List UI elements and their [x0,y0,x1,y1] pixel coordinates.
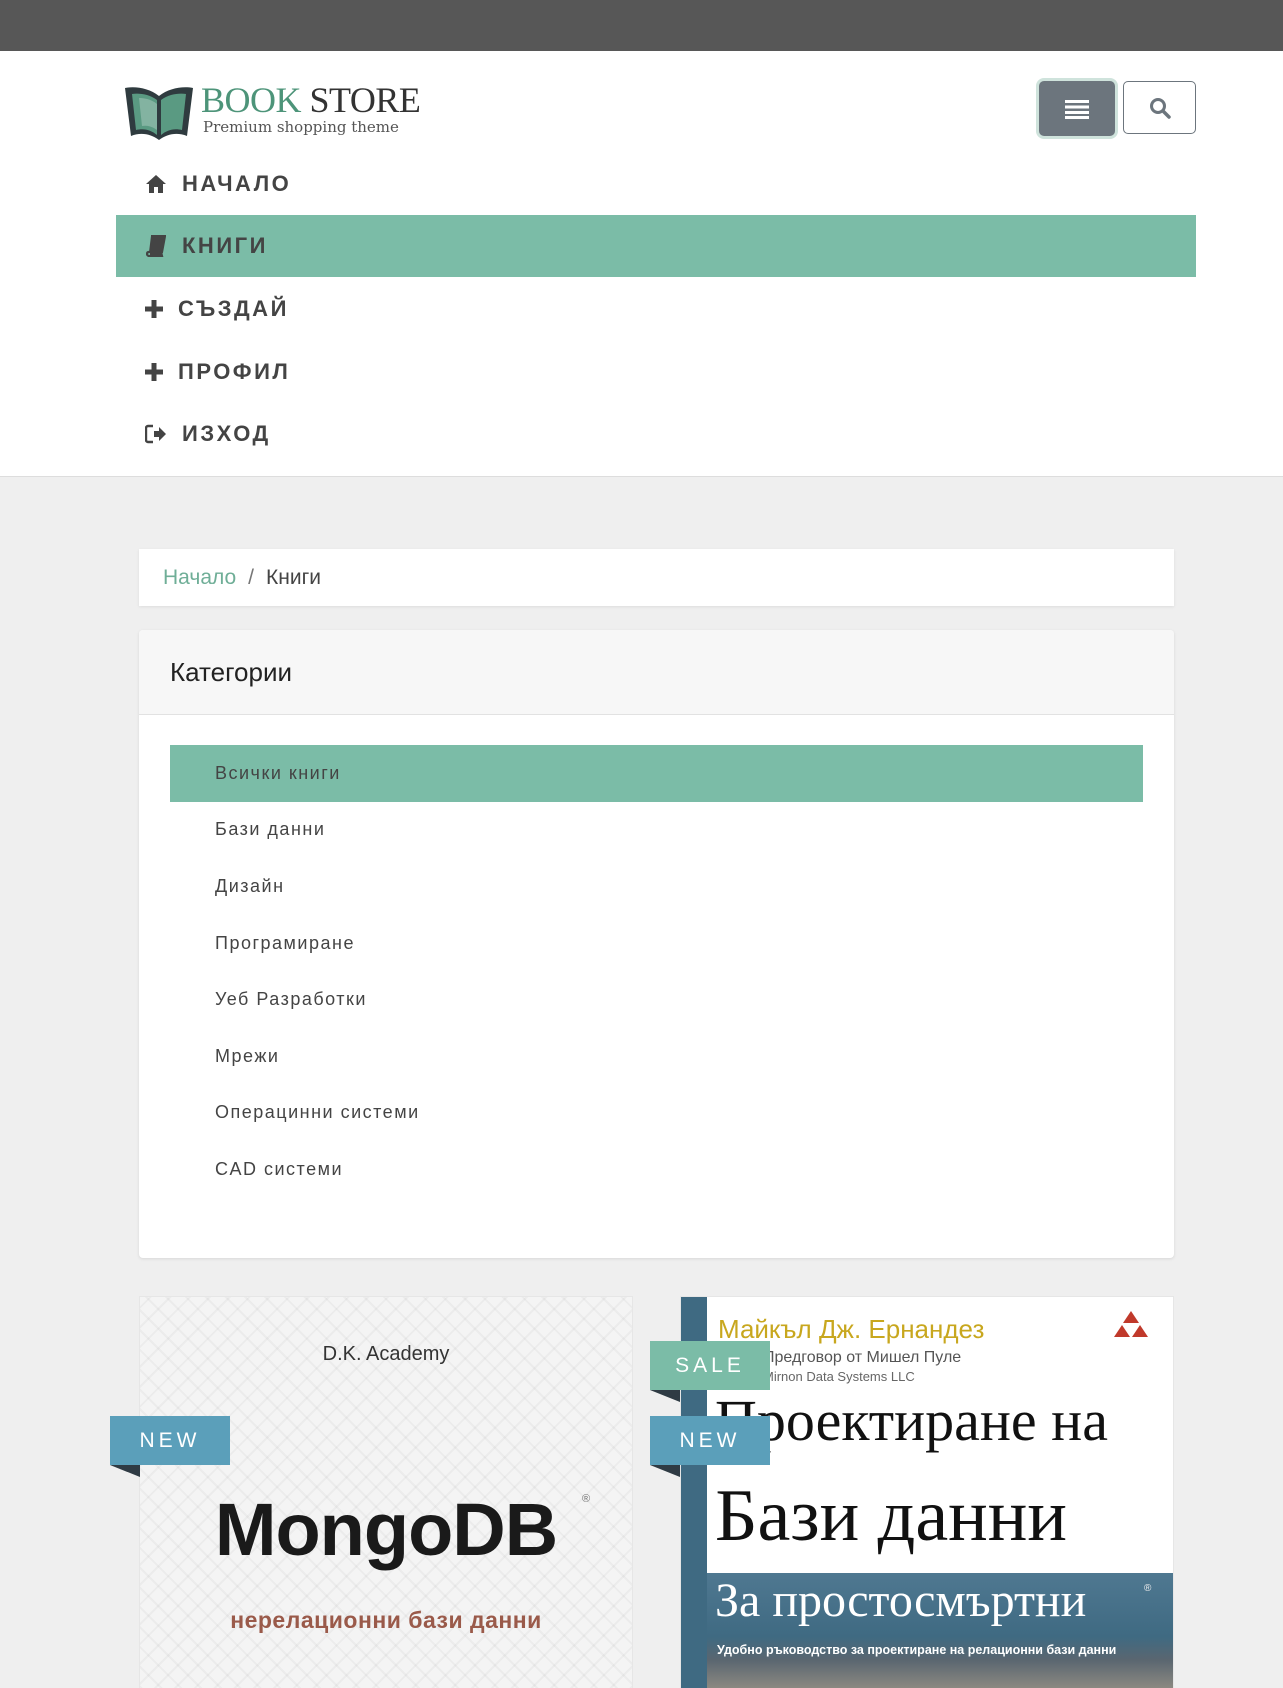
new-badge: NEW [650,1416,770,1477]
plus-icon [142,360,166,384]
book-cover-author: D.K. Academy [322,1343,450,1365]
brand-name-part1: BOOK [201,80,302,120]
breadcrumb-separator: / [248,565,255,589]
nav-label-create: СЪЗДАЙ [178,296,289,321]
book-card-mongodb[interactable]: D.K. Academy MongoDB ® нерелационни бази… [139,1296,633,1688]
sign-out-icon [144,422,168,446]
categories-title: Категории [139,630,1174,715]
nav-label-profile: ПРОФИЛ [178,359,291,384]
nav-label-logout: ИЗХОД [182,421,271,446]
book-cover-title: MongoDB [214,1488,558,1571]
breadcrumb-current: Книги [266,565,321,589]
book-cover-title-line2: Бази данни [715,1475,1067,1557]
category-item-cad-systems[interactable]: CAD системи [170,1141,1143,1198]
nav-label-books: КНИГИ [182,233,268,258]
search-icon [1149,97,1171,119]
nav-item-profile[interactable]: ПРОФИЛ [116,341,1196,403]
category-item-operating-systems[interactable]: Операцинни системи [170,1085,1143,1142]
category-item-programming[interactable]: Програмиране [170,915,1143,972]
top-bar [0,0,1283,51]
nav-item-create[interactable]: СЪЗДАЙ [116,278,1196,340]
categories-list: Всички книги Бази данни Дизайн Програмир… [170,745,1143,1198]
breadcrumb: Начало / Книги [139,549,1174,606]
new-badge: NEW [110,1416,230,1477]
registered-mark: ® [1144,1583,1152,1594]
home-icon [144,172,168,196]
brand-tagline: Premium shopping theme [203,118,399,136]
book-cover-subtitle: нерелационни бази данни [230,1607,542,1633]
book-logo-icon [125,87,193,140]
publisher-logo-icon [1114,1311,1148,1337]
book-cover-description: Удобно ръководство за проектиране на рел… [717,1643,1117,1657]
category-item-design[interactable]: Дизайн [170,858,1143,915]
book-cover-foreword: Предговор от Мишел Пуле [763,1349,962,1366]
brand-name-part2: STORE [309,80,421,120]
sale-badge: SALE [650,1341,770,1402]
nav-label-home: НАЧАЛО [182,171,292,196]
site-header: BOOK STORE Premium shopping theme НАЧАЛО… [0,51,1283,477]
categories-panel: Категории Всички книги Бази данни Дизайн… [139,630,1174,1258]
book-cover-title-line1: Проектиране на [715,1388,1108,1453]
book-cover-company: Mirnon Data Systems LLC [763,1369,915,1384]
nav-item-logout[interactable]: ИЗХОД [116,403,1196,465]
breadcrumb-home-link[interactable]: Начало [163,566,236,590]
category-item-networks[interactable]: Мрежи [170,1028,1143,1085]
logo[interactable]: BOOK STORE Premium shopping theme [123,80,423,140]
search-button[interactable] [1123,81,1196,134]
book-icon [144,234,168,258]
nav-item-home[interactable]: НАЧАЛО [116,153,1196,215]
category-item-all[interactable]: Всички книги [170,745,1143,802]
plus-icon [142,297,166,321]
nav-item-books[interactable]: КНИГИ [116,215,1196,277]
registered-mark: ® [582,1493,591,1505]
menu-toggle-button[interactable] [1039,81,1115,136]
menu-icon [1065,99,1089,119]
category-item-databases[interactable]: Бази данни [170,802,1143,859]
category-item-web-development[interactable]: Уеб Разработки [170,971,1143,1028]
book-cover-subtitle: За простосмъртни [715,1574,1087,1627]
